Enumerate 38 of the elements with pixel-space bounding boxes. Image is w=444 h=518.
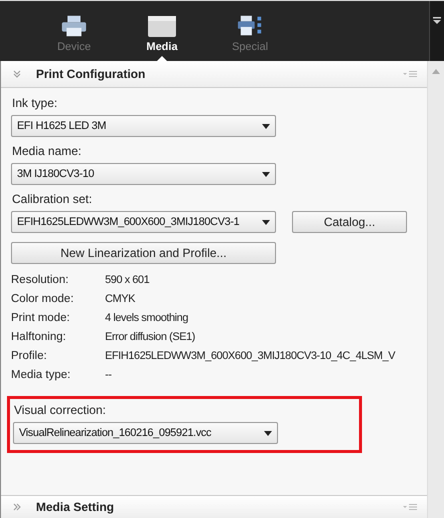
info-label: Print mode: [11,312,71,324]
field-label: Visual correction: [14,403,106,417]
scrollbar[interactable] [427,61,444,518]
new-linearization-button[interactable]: New Linearization and Profile... [11,242,276,264]
info-label: Profile: [11,350,48,362]
menu-icon[interactable] [403,503,417,511]
menu-icon[interactable] [403,70,417,78]
section-header[interactable]: Print Configuration [1,61,427,88]
field-label: Calibration set: [12,192,92,206]
dropdown[interactable]: VisualRelinearization_160216_095921.vcc [13,422,278,444]
expand-icon[interactable] [13,503,21,511]
collapse-icon[interactable] [13,70,21,78]
caret-icon [262,172,270,176]
section-header[interactable]: Media Setting [1,495,427,518]
dropdown-arrow-icon[interactable] [433,17,441,25]
info-label: Color mode: [11,293,75,305]
caret-icon [264,430,272,436]
printer-icon [237,14,263,38]
scroll-up-icon[interactable] [432,69,440,74]
info-value: -- [105,369,112,381]
field-label: Ink type: [12,96,58,110]
caret-icon [262,220,270,224]
info-value: EFIH1625LEDWW3M_600X600_3MIJ180CV3-10_4C_4LSM_V [105,350,396,362]
dropdown[interactable]: EFI H1625 LED 3M [11,115,276,137]
dropdown[interactable]: 3M IJ180CV3-10 [11,163,276,185]
info-value: CMYK [105,293,135,305]
catalog-button[interactable]: Catalog... [292,211,407,233]
info-label: Halftoning: [11,331,67,343]
media-tray-icon [147,14,177,38]
info-label: Media type: [11,369,72,381]
info-value: Error diffusion (SE1) [105,331,195,343]
info-value: 4 levels smoothing [105,312,188,324]
info-label: Resolution: [11,274,70,286]
info-value: 590 x 601 [105,274,150,286]
dropdown[interactable]: EFIH1625LEDWW3M_600X600_3MIJ180CV3-1 [11,211,276,233]
caret-icon [262,124,270,128]
field-label: Media name: [12,144,82,158]
printer-icon [61,14,87,38]
